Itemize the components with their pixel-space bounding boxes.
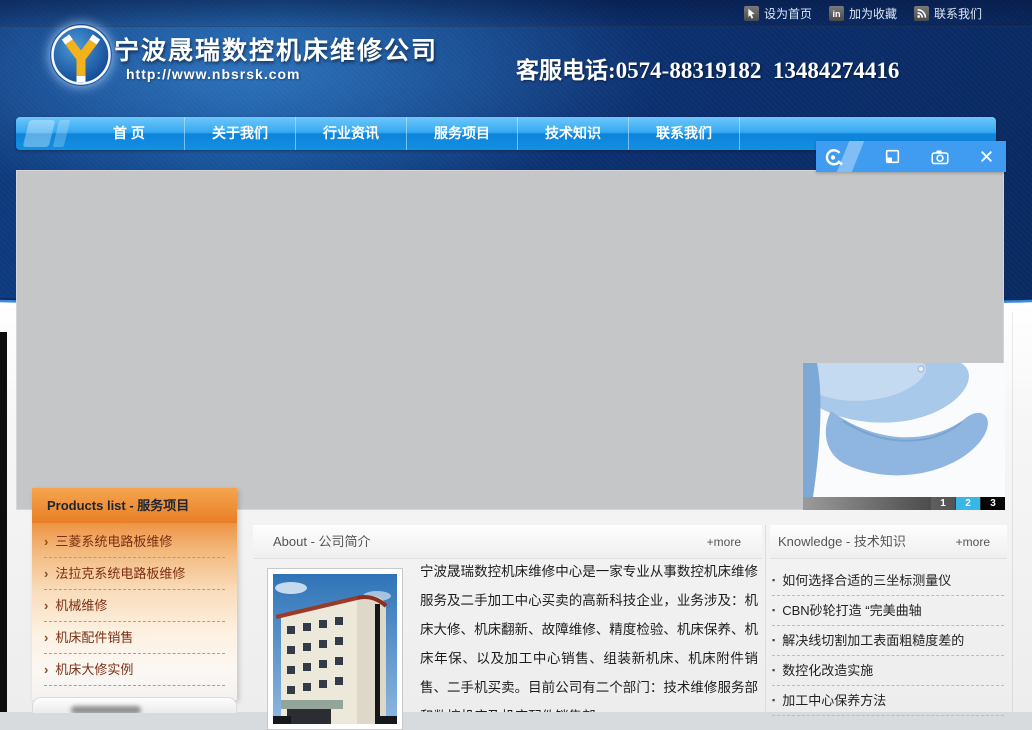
set-home-label: 设为首页 [764, 5, 812, 22]
about-title: About - 公司简介 [253, 526, 371, 558]
company-logo [50, 24, 112, 86]
arrow-icon: › [44, 558, 48, 589]
main-banner: 1 2 3 [16, 170, 1004, 510]
camera-icon[interactable] [920, 149, 960, 165]
partial-next-widget [32, 697, 237, 713]
screenshot-toolbar [816, 141, 1006, 172]
knowledge-item-label: 如何选择合适的三坐标测量仪 [782, 566, 951, 595]
bullet-icon: ▪ [772, 566, 775, 595]
knowledge-item-label: CBN砂轮打造 “完美曲轴 [782, 596, 921, 625]
knowledge-section-header: Knowledge - 技术知识 +more [770, 525, 1007, 559]
nav-item-home[interactable]: 首 页 [74, 117, 185, 150]
arrow-icon: › [44, 526, 48, 557]
sidebar-item-mechanical-repair[interactable]: › 机械维修 [44, 590, 225, 622]
company-building-photo [267, 568, 403, 730]
knowledge-item-cmm-selection[interactable]: ▪ 如何选择合适的三坐标测量仪 [772, 566, 1004, 596]
company-name: 宁波晟瑞数控机床维修公司 [114, 31, 438, 67]
knowledge-more-link[interactable]: +more [956, 526, 1007, 558]
banner-pagination: 1 2 3 [803, 497, 1005, 510]
bookmark-icon: in [829, 6, 844, 21]
nav-item-knowledge[interactable]: 技术知识 [518, 117, 629, 150]
bullet-icon: ▪ [772, 596, 775, 625]
sidebar-item-label: 三菱系统电路板维修 [55, 526, 172, 557]
nav-decoration [53, 120, 71, 147]
sidebar-item-mitsubishi-board-repair[interactable]: › 三菱系统电路板维修 [44, 526, 225, 558]
close-icon[interactable] [966, 149, 1006, 164]
about-more-link[interactable]: +more [707, 526, 762, 558]
bookmark-label: 加为收藏 [849, 5, 897, 22]
nav-item-contact[interactable]: 联系我们 [629, 117, 740, 150]
pager-page-3[interactable]: 3 [981, 497, 1005, 510]
products-list: › 三菱系统电路板维修 › 法拉克系统电路板维修 › 机械维修 › 机床配件销售… [32, 523, 237, 700]
bullet-icon: ▪ [772, 626, 775, 655]
bullet-icon: ▪ [772, 656, 775, 685]
nav-item-about[interactable]: 关于我们 [185, 117, 296, 150]
knowledge-item-cnc-retrofit[interactable]: ▪ 数控化改造实施 [772, 656, 1004, 686]
contact-label: 联系我们 [934, 5, 982, 22]
contact-link[interactable]: 联系我们 [914, 5, 982, 22]
knowledge-item-label: 解决线切割加工表面粗糙度差的 [782, 626, 964, 655]
knowledge-title: Knowledge - 技术知识 [770, 526, 906, 558]
sidebar-item-parts-sales[interactable]: › 机床配件销售 [44, 622, 225, 654]
arrow-icon: › [44, 654, 48, 685]
arrow-icon: › [44, 622, 48, 653]
knowledge-item-wire-cutting-roughness[interactable]: ▪ 解决线切割加工表面粗糙度差的 [772, 626, 1004, 656]
sidebar-item-fanuc-board-repair[interactable]: › 法拉克系统电路板维修 [44, 558, 225, 590]
arrow-icon: › [44, 590, 48, 621]
website-url: http://www.nbsrsk.com [126, 66, 301, 82]
about-section-header: About - 公司简介 +more [253, 525, 762, 559]
sidebar-item-label: 机械维修 [55, 590, 107, 621]
knowledge-item-label: 加工中心保养方法 [782, 686, 886, 715]
banner-photo-blue-shirt [803, 363, 1005, 497]
set-home-icon [744, 6, 759, 21]
column-divider [765, 525, 766, 712]
top-links: 设为首页 in 加为收藏 联系我们 [744, 5, 982, 22]
rss-icon [914, 6, 929, 21]
set-home-link[interactable]: 设为首页 [744, 5, 812, 22]
about-paragraph: 宁波晟瑞数控机床维修中心是一家专业从事数控机床维修服务及二手加工中心买卖的高新科… [420, 557, 758, 712]
products-title: Products list - 服务项目 [32, 488, 237, 523]
knowledge-item-cbn-wheel[interactable]: ▪ CBN砂轮打造 “完美曲轴 [772, 596, 1004, 626]
products-sidebar: Products list - 服务项目 › 三菱系统电路板维修 › 法拉克系统… [32, 488, 237, 700]
service-phone: 客服电话:0574-88319182 13484274416 [516, 51, 899, 85]
left-dark-strip [0, 332, 7, 712]
nav-decoration [23, 120, 56, 147]
nav-item-services[interactable]: 服务项目 [407, 117, 518, 150]
sidebar-item-label: 法拉克系统电路板维修 [55, 558, 185, 589]
pager-page-1[interactable]: 1 [931, 497, 955, 510]
bookmark-link[interactable]: in 加为收藏 [829, 5, 897, 22]
knowledge-list: ▪ 如何选择合适的三坐标测量仪 ▪ CBN砂轮打造 “完美曲轴 ▪ 解决线切割加… [772, 566, 1004, 716]
page-right-edge [1012, 312, 1013, 712]
pager-page-2-active[interactable]: 2 [956, 497, 980, 510]
window-restore-icon[interactable] [872, 148, 912, 165]
knowledge-item-label: 数控化改造实施 [782, 656, 873, 685]
sidebar-item-label: 机床大修实例 [55, 654, 133, 685]
nav-menu: 首 页 关于我们 行业资讯 服务项目 技术知识 联系我们 [74, 117, 740, 150]
sidebar-item-overhaul-cases[interactable]: › 机床大修实例 [44, 654, 225, 686]
sidebar-item-label: 机床配件销售 [55, 622, 133, 653]
nav-item-news[interactable]: 行业资讯 [296, 117, 407, 150]
bullet-icon: ▪ [772, 686, 775, 715]
